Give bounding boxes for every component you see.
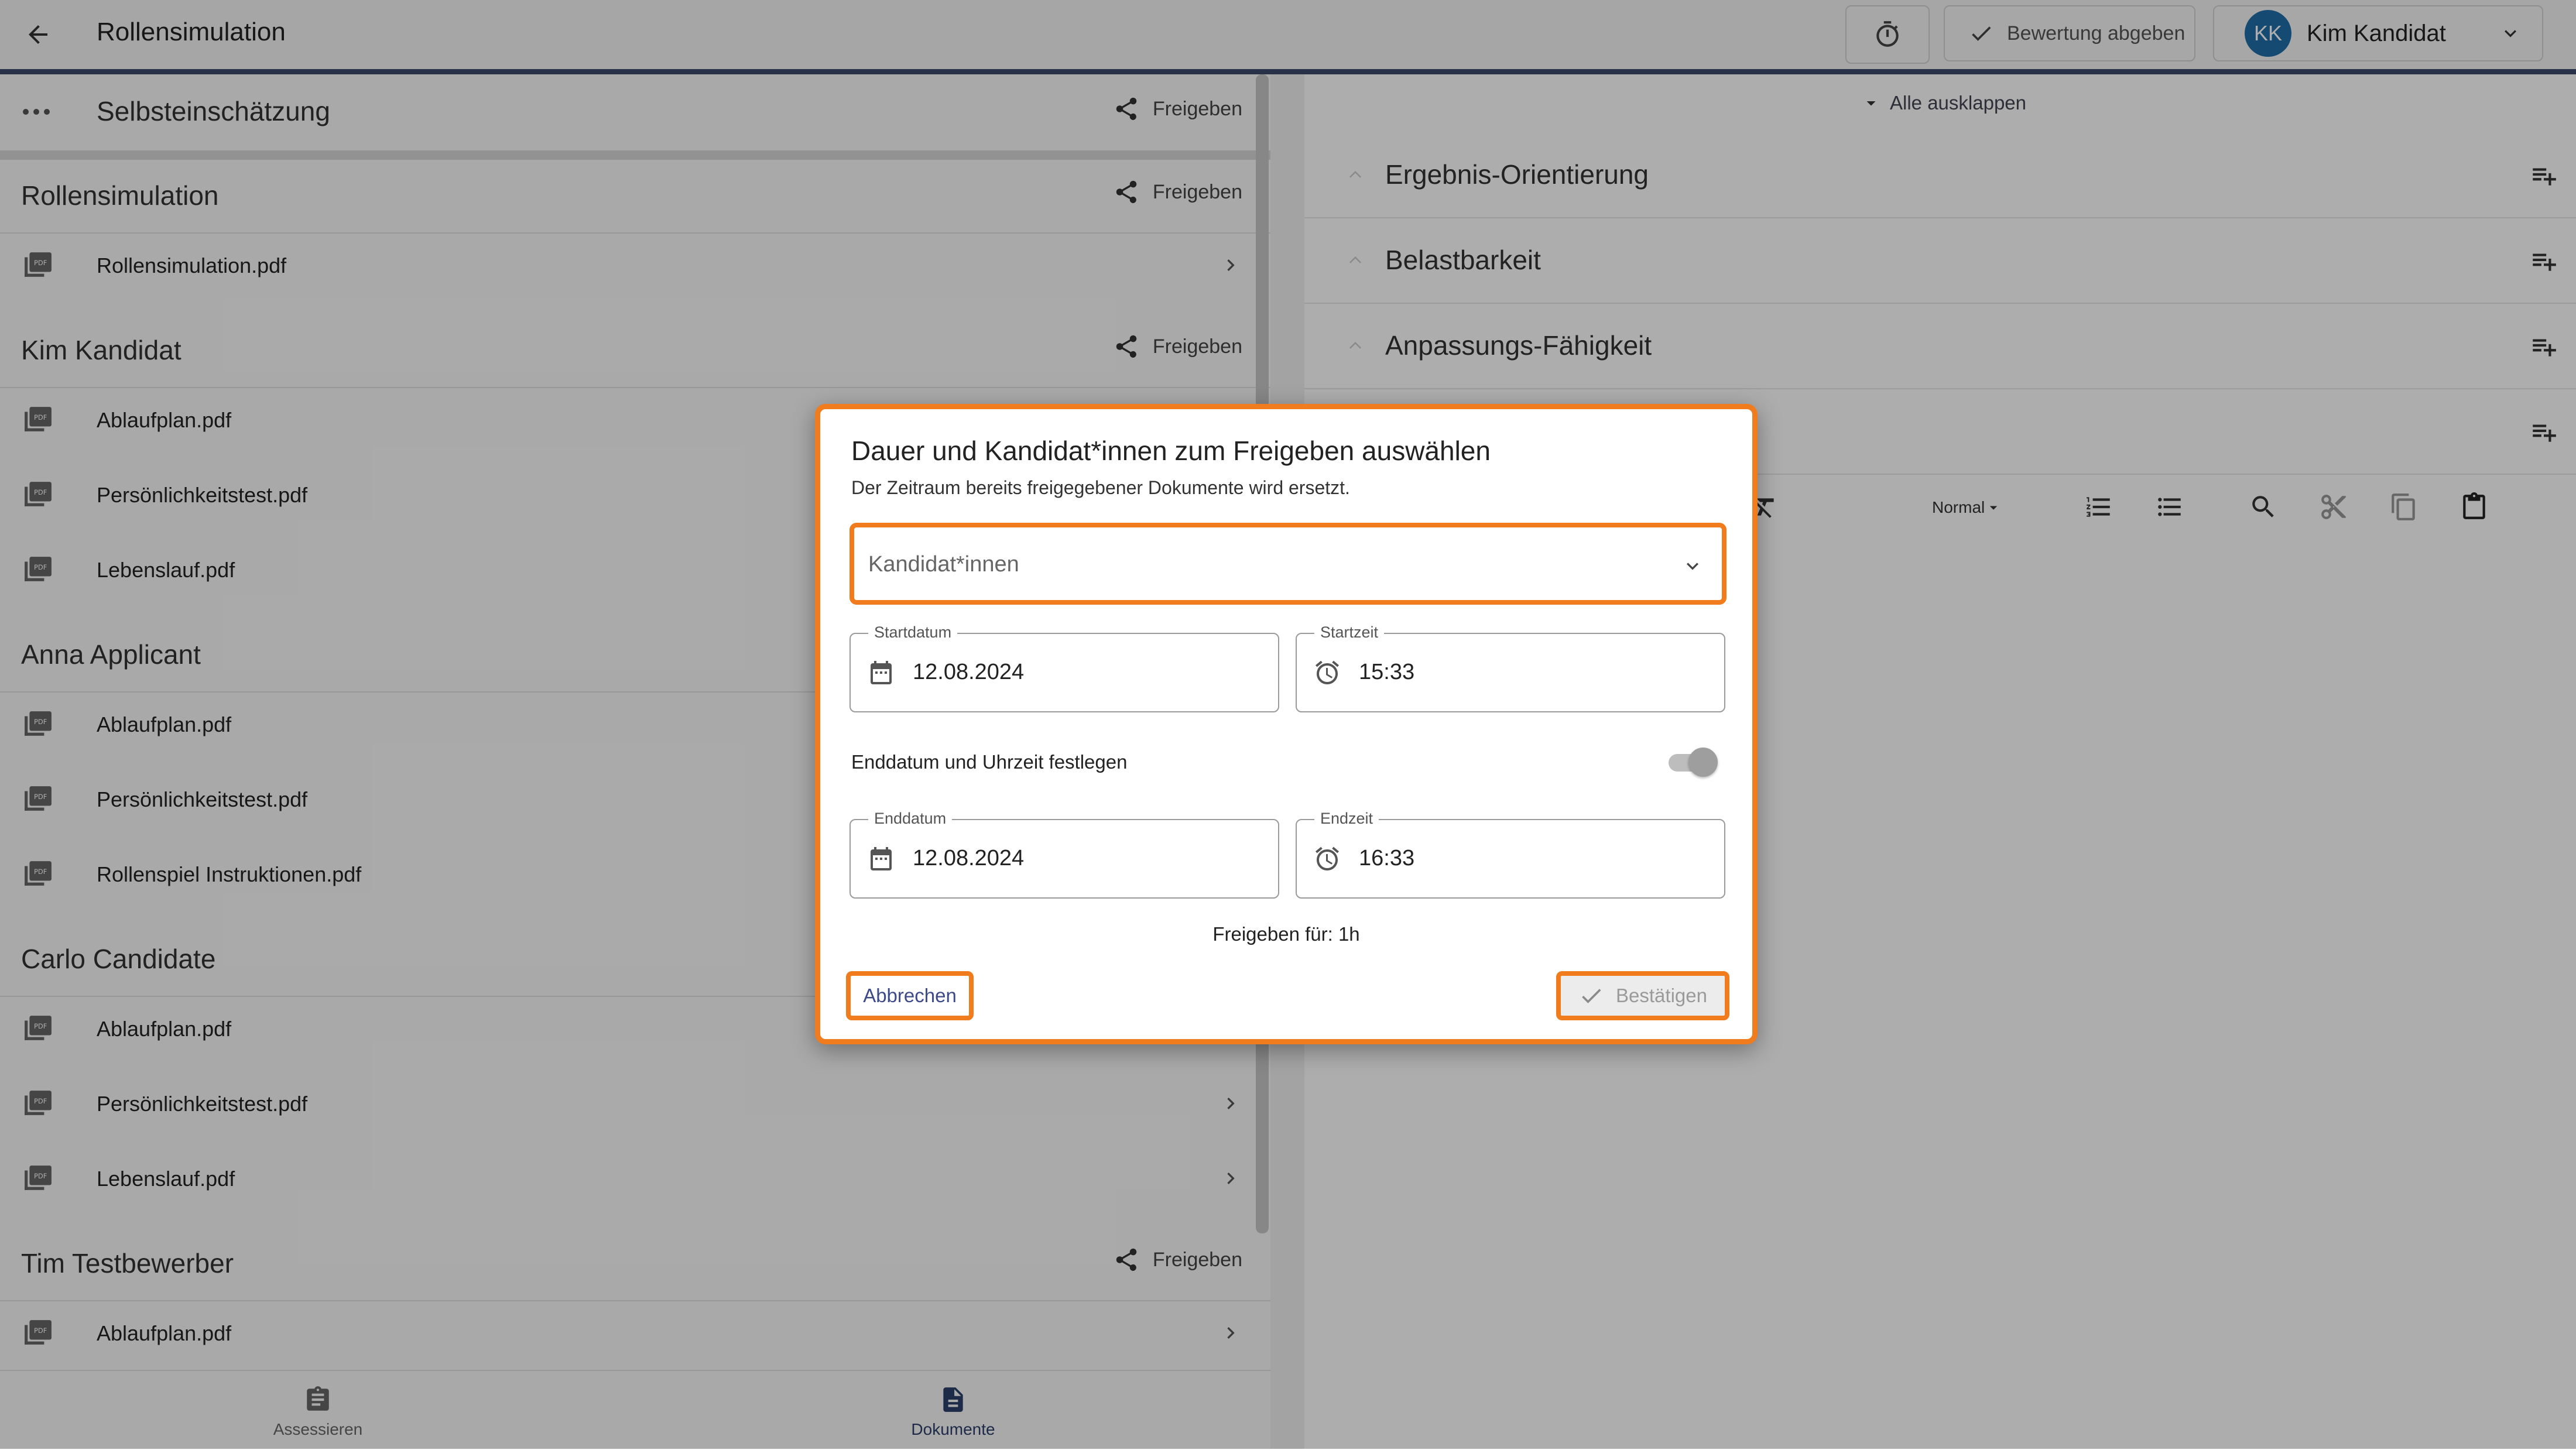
start-date-label: Startdatum: [868, 623, 958, 642]
candidates-select[interactable]: Kandidat*innen: [849, 523, 1727, 605]
alarm-clock-icon[interactable]: [1313, 659, 1341, 687]
end-time-label: Endzeit: [1314, 810, 1379, 828]
calendar-icon[interactable]: [867, 845, 895, 873]
end-date-value: 12.08.2024: [913, 846, 1025, 870]
share-duration: Freigeben für: 1h: [1212, 923, 1360, 945]
cancel-button[interactable]: Abbrechen: [846, 971, 974, 1020]
candidates-placeholder: Kandidat*innen: [868, 552, 1019, 577]
end-date-toggle[interactable]: [1665, 745, 1718, 778]
start-time-label: Startzeit: [1314, 623, 1385, 642]
chevron-down-icon: [1687, 563, 1698, 570]
start-time-value: 15:33: [1359, 660, 1415, 684]
toggle-knob: [1688, 748, 1718, 777]
alarm-clock-icon[interactable]: [1313, 845, 1341, 873]
share-dialog: Dauer und Kandidat*innen zum Freigeben a…: [815, 404, 1758, 1044]
start-time-field[interactable]: Startzeit 15:33: [1296, 623, 1725, 712]
start-date-value: 12.08.2024: [913, 660, 1025, 684]
check-icon: [1582, 989, 1601, 1003]
end-date-field[interactable]: Enddatum 12.08.2024: [849, 810, 1279, 899]
calendar-icon[interactable]: [867, 659, 895, 687]
dialog-subtitle: Der Zeitraum bereits freigegebener Dokum…: [851, 477, 1350, 498]
end-date-label: Enddatum: [868, 810, 953, 828]
confirm-label: Bestätigen: [1616, 985, 1707, 1006]
start-date-field[interactable]: Startdatum 12.08.2024: [849, 623, 1279, 712]
end-toggle-label: Enddatum und Uhrzeit festlegen: [851, 751, 1128, 773]
end-time-field[interactable]: Endzeit 16:33: [1296, 810, 1725, 899]
end-time-value: 16:33: [1359, 846, 1415, 870]
dialog-title: Dauer und Kandidat*innen zum Freigeben a…: [851, 436, 1491, 466]
confirm-button[interactable]: Bestätigen: [1556, 971, 1729, 1020]
